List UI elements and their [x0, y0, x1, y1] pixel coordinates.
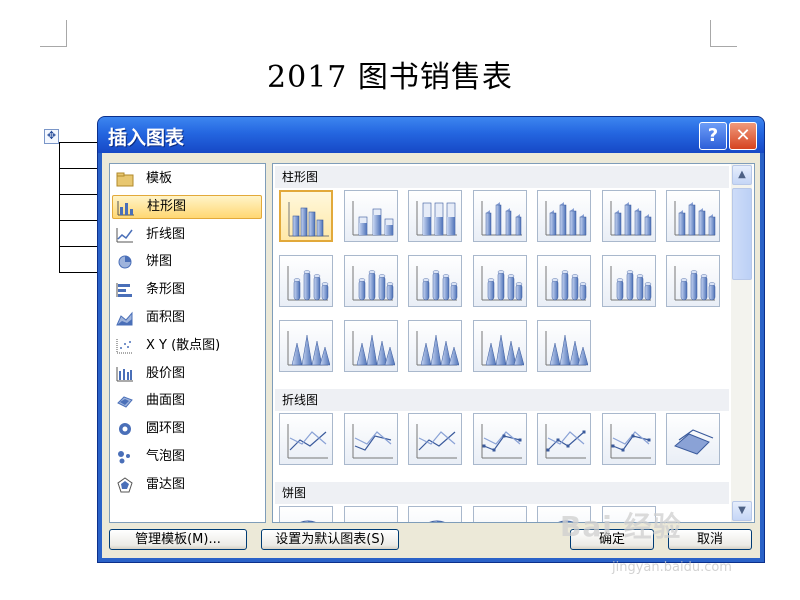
radar-chart-icon: [116, 477, 134, 493]
chart-type-thumbnail[interactable]: [343, 320, 398, 372]
category-item[interactable]: X Y (散点图): [112, 334, 260, 358]
category-item[interactable]: 气泡图: [112, 445, 260, 469]
move-cross-icon[interactable]: ✥: [44, 129, 59, 144]
chart-type-thumbnail[interactable]: [666, 190, 720, 242]
chart-type-thumbnail[interactable]: [279, 413, 333, 465]
category-label: 条形图: [146, 282, 186, 298]
bar-chart-icon: [116, 282, 134, 298]
chart-type-thumbnail[interactable]: [601, 413, 656, 465]
chart-type-thumbnail[interactable]: [601, 190, 656, 242]
set-default-chart-button[interactable]: 设置为默认图表(S): [261, 529, 399, 550]
document-title: 2017 图书销售表: [267, 60, 513, 95]
stock-chart-icon: [116, 366, 134, 382]
category-label: 股价图: [146, 365, 186, 381]
chart-type-thumbnail[interactable]: [666, 413, 720, 465]
folder-icon: [116, 171, 134, 187]
scroll-up-icon[interactable]: ▲: [732, 165, 752, 185]
line-chart-icon: [116, 227, 134, 243]
category-label: 曲面图: [146, 393, 186, 409]
dialog-title: 插入图表: [108, 127, 185, 149]
chart-type-thumbnail[interactable]: [537, 255, 591, 307]
chart-type-thumbnail[interactable]: [408, 413, 462, 465]
scrollbar-thumb[interactable]: [732, 188, 752, 280]
area-chart-icon: [116, 310, 134, 326]
table-cell[interactable]: [59, 246, 101, 273]
chart-type-thumbnail[interactable]: [666, 255, 720, 307]
chart-type-thumbnail[interactable]: [408, 320, 462, 372]
category-item[interactable]: 曲面图: [112, 389, 260, 413]
category-label: 饼图: [146, 254, 173, 270]
close-button[interactable]: ✕: [729, 122, 757, 150]
page-corner-mark-top-right: [710, 20, 737, 47]
pie-chart-icon: [116, 254, 134, 270]
table-cell[interactable]: [59, 194, 101, 221]
category-label: 柱形图: [147, 198, 187, 214]
surface-chart-icon: [116, 393, 134, 409]
category-item[interactable]: 条形图: [112, 278, 260, 302]
table-cell[interactable]: [59, 220, 101, 247]
chart-type-thumbnail[interactable]: [279, 506, 333, 522]
watermark-url: jingyan.baidu.com: [612, 560, 732, 575]
chart-type-thumbnail[interactable]: [537, 320, 591, 372]
chart-type-thumbnail[interactable]: [343, 255, 398, 307]
chart-type-thumbnail[interactable]: [472, 506, 527, 522]
category-label: 折线图: [146, 226, 186, 242]
category-item[interactable]: 面积图: [112, 306, 260, 330]
category-item[interactable]: 折线图: [112, 223, 260, 247]
chart-type-thumbnail[interactable]: [343, 413, 398, 465]
chart-type-thumbnail[interactable]: [408, 190, 462, 242]
category-item[interactable]: 雷达图: [112, 473, 260, 497]
chart-type-thumbnail[interactable]: [279, 190, 333, 242]
gallery-section-header: 饼图: [275, 482, 729, 504]
table-cell[interactable]: [59, 168, 101, 195]
chart-type-thumbnail[interactable]: [408, 506, 462, 522]
chart-type-thumbnail[interactable]: [472, 413, 527, 465]
bubble-chart-icon: [116, 449, 134, 465]
scroll-down-icon[interactable]: ▼: [732, 501, 752, 521]
column-chart-icon: [117, 200, 135, 216]
category-item[interactable]: 股价图: [112, 362, 260, 386]
gallery-section-header: 柱形图: [275, 166, 729, 188]
chart-category-list: 模板柱形图折线图饼图条形图面积图 X Y (散点图) 股价图曲面图圆环图气泡图雷达图: [109, 163, 266, 523]
category-item[interactable]: 柱形图: [112, 194, 262, 219]
help-button[interactable]: ?: [699, 122, 727, 150]
gallery-scrollbar[interactable]: ▲ ▼: [731, 164, 752, 522]
dialog-client-area: 模板 柱形图 折线图 饼图 条形图 面积图 X Y (散点图) 股价图 曲面图 圆环图 气泡图 雷达图…: [102, 153, 760, 558]
category-label: 模板: [146, 171, 173, 186]
chart-type-thumbnail[interactable]: [279, 320, 333, 372]
chart-type-thumbnail[interactable]: [408, 255, 462, 307]
chart-type-thumbnail[interactable]: [472, 320, 527, 372]
doughnut-chart-icon: [116, 421, 134, 437]
gallery-section-header: 折线图: [275, 389, 729, 411]
category-label: 雷达图: [146, 476, 186, 492]
category-label: 面积图: [146, 310, 186, 325]
chart-type-thumbnail[interactable]: [601, 255, 656, 307]
chart-type-gallery: 柱形图折线图饼图 ▲ ▼: [272, 163, 755, 523]
chart-type-thumbnail[interactable]: [343, 506, 398, 522]
category-label: 圆环图: [146, 421, 186, 437]
chart-type-thumbnail[interactable]: [343, 190, 398, 242]
document-table: [59, 142, 101, 273]
page-corner-mark-top-left: [40, 20, 67, 47]
chart-type-thumbnail[interactable]: [472, 255, 527, 307]
dialog-titlebar[interactable]: 插入图表 ? ✕: [98, 117, 764, 153]
category-item[interactable]: 圆环图: [112, 417, 260, 441]
table-cell[interactable]: [59, 142, 101, 169]
category-item[interactable]: 模板: [112, 167, 260, 191]
watermark-logo: Bai 经验: [560, 510, 682, 543]
category-label: X Y (散点图): [146, 337, 221, 353]
chart-type-thumbnail[interactable]: [472, 190, 527, 242]
scatter-chart-icon: [116, 338, 134, 354]
chart-type-thumbnail[interactable]: [279, 255, 333, 307]
chart-type-thumbnail[interactable]: [537, 413, 591, 465]
category-label: 气泡图: [146, 449, 186, 464]
category-item[interactable]: 饼图: [112, 250, 260, 274]
insert-chart-dialog: 插入图表 ? ✕ 模板 柱形图 折线图 饼图 条形图 面积图 X Y (散点图) 股价图 曲面图…: [98, 117, 764, 562]
chart-type-thumbnail[interactable]: [537, 190, 591, 242]
manage-templates-button[interactable]: 管理模板(M)...: [109, 529, 247, 550]
